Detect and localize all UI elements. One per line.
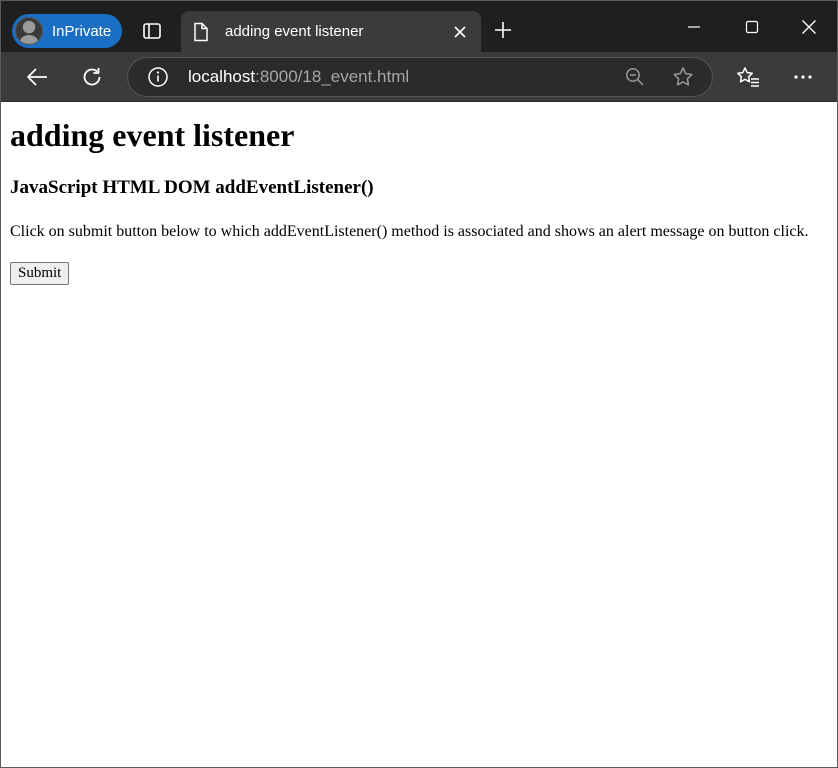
favorites-button[interactable] bbox=[731, 60, 765, 94]
tab-title: adding event listener bbox=[225, 23, 364, 40]
submit-button[interactable]: Submit bbox=[10, 262, 70, 285]
tab-actions-icon bbox=[142, 21, 162, 41]
browser-window: InPrivate adding event listener localhos… bbox=[0, 0, 838, 768]
favorites-list-icon bbox=[736, 66, 760, 88]
settings-more-button[interactable] bbox=[786, 60, 820, 94]
minimize-button[interactable] bbox=[665, 1, 723, 52]
navigation-bar: localhost:8000/18_event.html bbox=[1, 52, 837, 102]
close-window-button[interactable] bbox=[780, 1, 837, 52]
maximize-icon bbox=[745, 20, 759, 34]
more-dots-icon bbox=[793, 74, 813, 80]
site-info-icon[interactable] bbox=[146, 65, 170, 89]
favorite-star-icon[interactable] bbox=[670, 64, 696, 90]
tab-strip: InPrivate adding event listener bbox=[1, 1, 837, 52]
plus-icon bbox=[493, 20, 513, 40]
tab-close-icon[interactable] bbox=[449, 21, 471, 43]
url-host: localhost bbox=[188, 67, 256, 86]
page-content: adding event listener JavaScript HTML DO… bbox=[1, 103, 837, 767]
url-path: :8000/18_event.html bbox=[255, 67, 410, 86]
maximize-button[interactable] bbox=[723, 1, 781, 52]
page-subheading: JavaScript HTML DOM addEventListener() bbox=[10, 177, 374, 198]
back-button[interactable] bbox=[20, 60, 54, 94]
tab-active[interactable]: adding event listener bbox=[181, 11, 481, 52]
url-text[interactable]: localhost:8000/18_event.html bbox=[188, 67, 622, 87]
page-description: Click on submit button below to which ad… bbox=[10, 223, 809, 240]
zoom-out-icon[interactable] bbox=[622, 64, 648, 90]
address-bar[interactable]: localhost:8000/18_event.html bbox=[127, 57, 713, 97]
inprivate-profile-button[interactable]: InPrivate bbox=[12, 14, 122, 48]
close-icon bbox=[801, 19, 817, 35]
document-icon bbox=[191, 22, 211, 42]
inprivate-label: InPrivate bbox=[52, 22, 112, 40]
reload-button[interactable] bbox=[75, 60, 109, 94]
avatar-icon bbox=[15, 17, 43, 45]
back-arrow-icon bbox=[26, 67, 48, 87]
page-heading: adding event listener bbox=[10, 117, 295, 153]
tab-actions-button[interactable] bbox=[134, 14, 170, 48]
reload-icon bbox=[81, 66, 103, 88]
minimize-icon bbox=[687, 20, 701, 34]
new-tab-button[interactable] bbox=[489, 16, 517, 44]
